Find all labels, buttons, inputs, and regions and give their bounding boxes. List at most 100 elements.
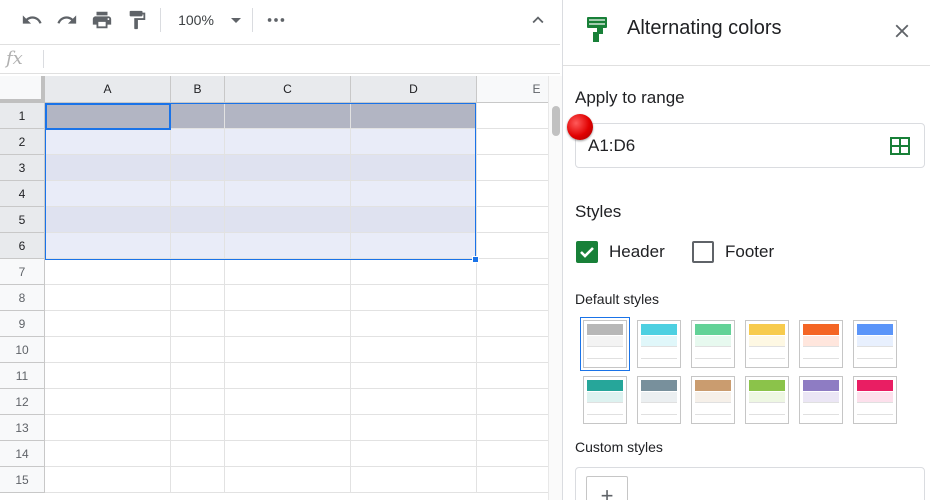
cell-c7[interactable]: [225, 259, 351, 285]
footer-checkbox[interactable]: [692, 241, 714, 263]
scrollbar-thumb[interactable]: [552, 106, 560, 136]
cell-b15[interactable]: [171, 467, 225, 493]
cell-e2[interactable]: [477, 129, 548, 155]
cell-b9[interactable]: [171, 311, 225, 337]
select-all-corner[interactable]: [0, 76, 45, 103]
range-input[interactable]: A1:D6: [575, 123, 925, 168]
cell-c15[interactable]: [225, 467, 351, 493]
cell-d11[interactable]: [351, 363, 477, 389]
cell-a12[interactable]: [45, 389, 171, 415]
style-swatch[interactable]: [853, 320, 897, 368]
add-custom-style-button[interactable]: +: [586, 476, 628, 500]
cell-b12[interactable]: [171, 389, 225, 415]
cell-a7[interactable]: [45, 259, 171, 285]
cell-e13[interactable]: [477, 415, 548, 441]
cell-a13[interactable]: [45, 415, 171, 441]
style-swatch[interactable]: [745, 320, 789, 368]
cell-c12[interactable]: [225, 389, 351, 415]
cell-b14[interactable]: [171, 441, 225, 467]
cell-b1[interactable]: [171, 103, 225, 129]
cell-e7[interactable]: [477, 259, 548, 285]
cell-d3[interactable]: [351, 155, 477, 181]
redo-icon[interactable]: [55, 8, 79, 32]
cell-d1[interactable]: [351, 103, 477, 129]
row-header-15[interactable]: 15: [0, 467, 45, 493]
undo-icon[interactable]: [20, 8, 44, 32]
style-swatch[interactable]: [637, 376, 681, 424]
column-header-e[interactable]: E: [477, 76, 548, 103]
cell-a3[interactable]: [45, 155, 171, 181]
row-header-2[interactable]: 2: [0, 129, 45, 155]
vertical-scrollbar[interactable]: [548, 76, 562, 500]
cell-a14[interactable]: [45, 441, 171, 467]
cell-b4[interactable]: [171, 181, 225, 207]
cell-c3[interactable]: [225, 155, 351, 181]
cell-d6[interactable]: [351, 233, 477, 259]
print-icon[interactable]: [90, 8, 114, 32]
cell-c1[interactable]: [225, 103, 351, 129]
cell-b2[interactable]: [171, 129, 225, 155]
cell-c14[interactable]: [225, 441, 351, 467]
cell-c10[interactable]: [225, 337, 351, 363]
more-icon[interactable]: [264, 8, 288, 32]
row-header-13[interactable]: 13: [0, 415, 45, 441]
cell-a15[interactable]: [45, 467, 171, 493]
row-header-7[interactable]: 7: [0, 259, 45, 285]
row-header-3[interactable]: 3: [0, 155, 45, 181]
cell-d15[interactable]: [351, 467, 477, 493]
style-swatch[interactable]: [691, 320, 735, 368]
cell-c5[interactable]: [225, 207, 351, 233]
row-header-6[interactable]: 6: [0, 233, 45, 259]
style-swatch[interactable]: [691, 376, 735, 424]
cell-b7[interactable]: [171, 259, 225, 285]
row-header-9[interactable]: 9: [0, 311, 45, 337]
cell-e12[interactable]: [477, 389, 548, 415]
cell-e5[interactable]: [477, 207, 548, 233]
style-swatch[interactable]: [853, 376, 897, 424]
cell-e1[interactable]: [477, 103, 548, 129]
cell-c8[interactable]: [225, 285, 351, 311]
cell-a5[interactable]: [45, 207, 171, 233]
cell-c9[interactable]: [225, 311, 351, 337]
zoom-select[interactable]: 100%: [172, 8, 242, 32]
cell-b10[interactable]: [171, 337, 225, 363]
cell-e3[interactable]: [477, 155, 548, 181]
style-swatch[interactable]: [583, 376, 627, 424]
cell-a2[interactable]: [45, 129, 171, 155]
fill-handle[interactable]: [472, 256, 479, 263]
paint-format-icon[interactable]: [125, 8, 149, 32]
row-header-1[interactable]: 1: [0, 103, 45, 129]
chevron-up-icon[interactable]: [526, 8, 550, 32]
cell-e9[interactable]: [477, 311, 548, 337]
cell-e8[interactable]: [477, 285, 548, 311]
cell-e6[interactable]: [477, 233, 548, 259]
cell-e10[interactable]: [477, 337, 548, 363]
cell-b6[interactable]: [171, 233, 225, 259]
row-header-11[interactable]: 11: [0, 363, 45, 389]
cell-d13[interactable]: [351, 415, 477, 441]
cell-d5[interactable]: [351, 207, 477, 233]
cell-e15[interactable]: [477, 467, 548, 493]
cell-d4[interactable]: [351, 181, 477, 207]
row-header-5[interactable]: 5: [0, 207, 45, 233]
row-header-14[interactable]: 14: [0, 441, 45, 467]
cell-b8[interactable]: [171, 285, 225, 311]
cell-a1[interactable]: [45, 103, 171, 129]
cell-a10[interactable]: [45, 337, 171, 363]
cell-b5[interactable]: [171, 207, 225, 233]
cell-d10[interactable]: [351, 337, 477, 363]
style-swatch[interactable]: [745, 376, 789, 424]
row-header-12[interactable]: 12: [0, 389, 45, 415]
header-checkbox[interactable]: [576, 241, 598, 263]
cell-a9[interactable]: [45, 311, 171, 337]
style-swatch[interactable]: [799, 320, 843, 368]
cell-e11[interactable]: [477, 363, 548, 389]
cell-a11[interactable]: [45, 363, 171, 389]
style-swatch[interactable]: [637, 320, 681, 368]
cell-c6[interactable]: [225, 233, 351, 259]
column-header-c[interactable]: C: [225, 76, 351, 103]
column-header-a[interactable]: A: [45, 76, 171, 103]
cell-d7[interactable]: [351, 259, 477, 285]
close-icon[interactable]: [891, 20, 913, 42]
style-swatch[interactable]: [799, 376, 843, 424]
